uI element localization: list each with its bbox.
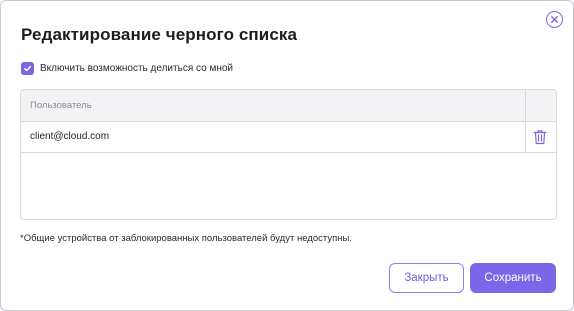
user-email-cell: client@cloud.com — [30, 131, 110, 142]
blacklist-dialog: Редактирование черного списка Включить в… — [0, 0, 574, 311]
dialog-title: Редактирование черного списка — [21, 25, 298, 44]
blacklist-table: Пользователь client@cloud.com — [20, 89, 557, 220]
checkmark-icon — [24, 65, 32, 71]
table-header: Пользователь — [21, 90, 556, 122]
column-header-user: Пользователь — [30, 100, 92, 111]
share-option-checkbox[interactable] — [21, 61, 34, 75]
share-option-row[interactable]: Включить возможность делиться со мной — [21, 61, 233, 75]
table-row: client@cloud.com — [21, 122, 556, 153]
save-button[interactable]: Сохранить — [470, 263, 556, 293]
close-button[interactable]: Закрыть — [389, 263, 464, 293]
trash-icon — [533, 130, 547, 145]
delete-user-button[interactable] — [533, 129, 547, 145]
close-icon — [551, 16, 558, 23]
blocked-users-footnote: *Общие устройства от заблокированных пол… — [20, 233, 352, 244]
share-option-label: Включить возможность делиться со мной — [40, 62, 234, 74]
column-divider — [525, 122, 526, 152]
column-divider — [525, 90, 526, 122]
close-dialog-button[interactable] — [546, 11, 563, 28]
